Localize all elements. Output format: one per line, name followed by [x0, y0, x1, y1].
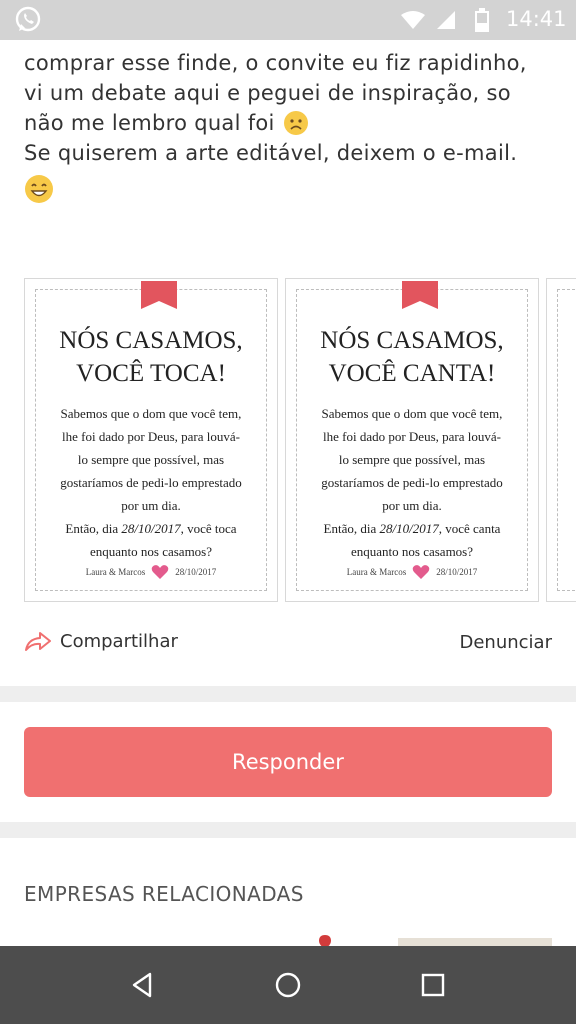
card-signature: Laura & Marcos 28/10/2017	[36, 564, 266, 580]
clipped-previous-line	[24, 30, 544, 42]
status-time: 14:41	[506, 7, 567, 31]
ribbon-icon	[402, 281, 438, 309]
post-line: não me lembro qual foi	[24, 108, 564, 138]
home-icon[interactable]	[273, 970, 303, 1000]
post-line: comprar esse finde, o convite eu fiz rap…	[24, 51, 527, 75]
ribbon-icon	[141, 281, 177, 309]
recents-icon[interactable]	[418, 970, 448, 1000]
wifi-icon	[401, 11, 425, 29]
sad-face-emoji-icon	[283, 111, 308, 135]
back-icon[interactable]	[128, 970, 158, 1000]
share-label: Compartilhar	[60, 630, 178, 652]
post-actions: Compartilhar Denunciar	[24, 628, 552, 660]
reply-button[interactable]: Responder	[24, 727, 552, 797]
card-text: Sabemos que o dom que você tem, lhe foi …	[60, 406, 242, 559]
card-signature: Laura & Marcos 28/10/2017	[297, 564, 527, 580]
section-divider	[0, 822, 576, 838]
invitation-image-toca[interactable]: NÓS CASAMOS, VOCÊ TOCA! Sabemos que o do…	[24, 278, 278, 602]
smiling-face-emoji-icon	[25, 175, 53, 203]
heart-icon	[412, 565, 430, 579]
section-divider	[0, 686, 576, 702]
invitation-image-partial[interactable]	[546, 278, 576, 602]
battery-icon	[475, 8, 489, 32]
report-link[interactable]: Denunciar	[460, 632, 553, 653]
card-title: NÓS CASAMOS, VOCÊ TOCA!	[59, 327, 243, 387]
card-title: NÓS CASAMOS, VOCÊ CANTA!	[320, 327, 504, 387]
invitation-image-canta[interactable]: NÓS CASAMOS, VOCÊ CANTA! Sabemos que o d…	[285, 278, 539, 602]
heart-icon	[151, 565, 169, 579]
post-body: comprar esse finde, o convite eu fiz rap…	[24, 48, 564, 204]
card-border: NÓS CASAMOS, VOCÊ CANTA! Sabemos que o d…	[296, 281, 528, 591]
card-border	[557, 289, 576, 591]
post-line: Se quiserem a arte editável, deixem o e-…	[24, 141, 518, 165]
screen: 14:41 comprar esse finde, o convite eu f…	[0, 0, 576, 1024]
signal-icon	[437, 11, 455, 29]
navigation-bar	[0, 946, 576, 1024]
card-border: NÓS CASAMOS, VOCÊ TOCA! Sabemos que o do…	[35, 281, 267, 591]
share-button[interactable]: Compartilhar	[24, 630, 178, 652]
card-text: Sabemos que o dom que você tem, lhe foi …	[321, 406, 503, 559]
related-companies-heading: EMPRESAS RELACIONADAS	[24, 882, 304, 906]
post-line: vi um debate aqui e peguei de inspiração…	[24, 81, 511, 105]
share-icon	[25, 632, 51, 651]
image-gallery[interactable]: NÓS CASAMOS, VOCÊ TOCA! Sabemos que o do…	[24, 278, 576, 604]
